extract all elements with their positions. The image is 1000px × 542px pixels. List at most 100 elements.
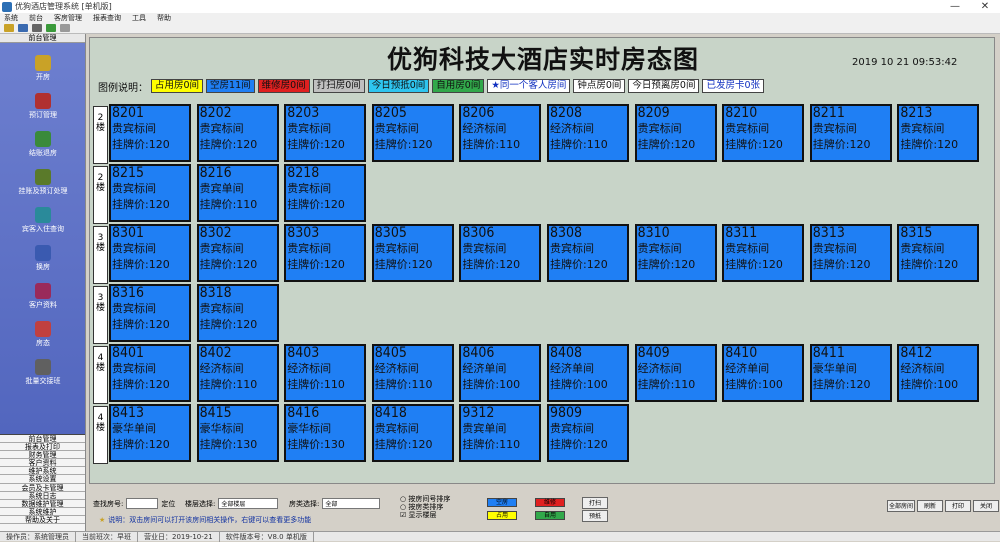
- room-card[interactable]: 8202 贵宾标间 挂牌价:120: [196, 104, 279, 162]
- room-card[interactable]: 8318 贵宾标间 挂牌价:120: [196, 284, 279, 342]
- sidebar-item[interactable]: 开房: [0, 55, 86, 81]
- show-floor-label: 显示楼层: [408, 511, 437, 519]
- sidebar-item[interactable]: 结账退房: [0, 131, 86, 157]
- floor-select[interactable]: 全部楼层: [218, 498, 279, 509]
- room-card[interactable]: 8203 贵宾标间 挂牌价:120: [284, 104, 367, 162]
- room-search-input[interactable]: [126, 498, 159, 509]
- close-button[interactable]: ✕: [970, 0, 1000, 13]
- room-card[interactable]: 8311 贵宾标间 挂牌价:120: [722, 224, 805, 282]
- room-card[interactable]: 8305 贵宾标间 挂牌价:120: [371, 224, 454, 282]
- room-card[interactable]: 8206 经济标间 挂牌价:110: [459, 104, 542, 162]
- sidebar-list-item[interactable]: 帮助及关于: [0, 515, 85, 525]
- room-card[interactable]: 8302 贵宾标间 挂牌价:120: [196, 224, 279, 282]
- room-card[interactable]: 8209 贵宾标间 挂牌价:120: [634, 104, 717, 162]
- sidebar-item[interactable]: 换房: [0, 245, 86, 271]
- room-card[interactable]: 8401 贵宾标间 挂牌价:120: [109, 344, 191, 402]
- minimize-button[interactable]: —: [940, 0, 970, 13]
- floor-label: 楼层选择:: [185, 499, 216, 508]
- room-card[interactable]: 8316 贵宾标间 挂牌价:120: [109, 284, 191, 342]
- room-card[interactable]: 8408 经济单间 挂牌价:100: [547, 344, 629, 402]
- sidebar-list-item[interactable]: 数据维护管理: [0, 499, 85, 508]
- floor-label: 3楼: [93, 286, 108, 344]
- room-number: 8318: [199, 285, 232, 301]
- sidebar-list-item[interactable]: 系统日志: [0, 491, 85, 500]
- sidebar-item[interactable]: 宾客入住查询: [0, 207, 86, 233]
- room-card[interactable]: 8409 经济标间 挂牌价:110: [634, 344, 717, 402]
- room-card[interactable]: 8201 贵宾标间 挂牌价:120: [109, 104, 191, 162]
- menu-item-rooms[interactable]: 客房管理: [54, 13, 82, 23]
- room-number: 8201: [112, 105, 145, 121]
- room-card[interactable]: 8216 贵宾单间 挂牌价:110: [196, 164, 279, 222]
- room-card[interactable]: 9312 贵宾单间 挂牌价:110: [459, 404, 542, 462]
- menu-item-tools[interactable]: 工具: [132, 13, 146, 23]
- refresh-icon[interactable]: [46, 24, 56, 32]
- room-card[interactable]: 8412 经济标间 挂牌价:100: [897, 344, 980, 402]
- menu-item-reports[interactable]: 报表查询: [93, 13, 121, 23]
- sidebar-header[interactable]: 前台管理: [0, 34, 85, 43]
- room-card[interactable]: 8306 贵宾标间 挂牌价:120: [459, 224, 542, 282]
- room-card[interactable]: 8411 豪华单间 挂牌价:120: [809, 344, 892, 402]
- filter-empty-button[interactable]: 空房: [487, 498, 517, 507]
- sort-by-room-radio[interactable]: ○ 按房间号排序: [400, 495, 450, 503]
- room-card[interactable]: 8403 经济标间 挂牌价:110: [284, 344, 367, 402]
- room-card[interactable]: 8308 贵宾标间 挂牌价:120: [547, 224, 629, 282]
- print-button[interactable]: 打印: [945, 500, 971, 512]
- room-card[interactable]: 8315 贵宾标间 挂牌价:120: [897, 224, 980, 282]
- type-select[interactable]: 全部: [322, 498, 381, 509]
- room-number: 8418: [374, 405, 407, 421]
- all-rooms-button[interactable]: 全部房间: [887, 500, 915, 512]
- clean-button[interactable]: 打扫: [582, 497, 608, 509]
- room-card[interactable]: 8310 贵宾标间 挂牌价:120: [634, 224, 717, 282]
- sidebar-item[interactable]: 批量交接班: [0, 359, 86, 385]
- room-card[interactable]: 8410 经济单间 挂牌价:100: [722, 344, 805, 402]
- room-card[interactable]: 8211 贵宾标间 挂牌价:120: [809, 104, 892, 162]
- sort-by-type-radio[interactable]: ○ 按房类排序: [400, 503, 443, 511]
- sidebar-list-item[interactable]: 前台管理: [0, 435, 85, 444]
- arrival-button[interactable]: 预抵: [582, 510, 608, 522]
- room-card[interactable]: 8301 贵宾标间 挂牌价:120: [109, 224, 191, 282]
- filter-occupied-button[interactable]: 占用: [487, 511, 517, 520]
- room-price: 挂牌价:120: [900, 258, 959, 271]
- room-card[interactable]: 8313 贵宾标间 挂牌价:120: [809, 224, 892, 282]
- sidebar-list-item[interactable]: 报表及打印: [0, 443, 85, 452]
- room-card[interactable]: 8215 贵宾标间 挂牌价:120: [109, 164, 191, 222]
- room-card[interactable]: 8415 豪华标间 挂牌价:130: [196, 404, 279, 462]
- sidebar-list-item[interactable]: 系统维护: [0, 507, 85, 516]
- refresh-button[interactable]: 刷新: [917, 500, 943, 512]
- find-icon[interactable]: [18, 24, 28, 32]
- room-card[interactable]: 8208 经济标间 挂牌价:110: [547, 104, 629, 162]
- open-icon[interactable]: [4, 24, 14, 32]
- sidebar-item[interactable]: 房态: [0, 321, 86, 347]
- sidebar-list-item[interactable]: 会员及卡管理: [0, 483, 85, 492]
- room-number: 8302: [199, 225, 232, 241]
- help-icon[interactable]: [60, 24, 70, 32]
- room-card[interactable]: 8416 豪华标间 挂牌价:130: [284, 404, 367, 462]
- menu-item-frontdesk[interactable]: 前台: [29, 13, 43, 23]
- room-card[interactable]: 9809 贵宾标间 挂牌价:120: [547, 404, 629, 462]
- show-floor-checkbox[interactable]: ☑ 显示楼层: [400, 511, 437, 519]
- menu-item-help[interactable]: 帮助: [157, 13, 171, 23]
- room-number: 8208: [550, 105, 583, 121]
- room-card[interactable]: 8418 贵宾标间 挂牌价:120: [371, 404, 454, 462]
- close-panel-button[interactable]: 关闭: [973, 500, 999, 512]
- sidebar-item[interactable]: 客户资料: [0, 283, 86, 309]
- sidebar-list-item[interactable]: 系统设置: [0, 475, 85, 484]
- room-card[interactable]: 8405 经济标间 挂牌价:110: [371, 344, 454, 402]
- filter-self-use-button[interactable]: 自用: [535, 511, 565, 520]
- room-card[interactable]: 8210 贵宾标间 挂牌价:120: [722, 104, 805, 162]
- room-price: 挂牌价:120: [374, 138, 433, 151]
- room-card[interactable]: 8406 经济单间 挂牌价:100: [459, 344, 542, 402]
- room-card[interactable]: 8413 豪华单间 挂牌价:120: [109, 404, 191, 462]
- menu-item-system[interactable]: 系统: [4, 13, 18, 23]
- room-card[interactable]: 8303 贵宾标间 挂牌价:120: [284, 224, 367, 282]
- filter-repair-button[interactable]: 维修: [535, 498, 565, 507]
- room-card[interactable]: 8213 贵宾标间 挂牌价:120: [897, 104, 980, 162]
- search-icon: [35, 207, 51, 223]
- room-search-button[interactable]: 定位: [161, 499, 175, 509]
- sidebar-item[interactable]: 挂账及预订处理: [0, 169, 86, 195]
- sidebar-item[interactable]: 预订管理: [0, 93, 86, 119]
- room-card[interactable]: 8205 贵宾标间 挂牌价:120: [371, 104, 454, 162]
- print-icon[interactable]: [32, 24, 42, 32]
- room-card[interactable]: 8218 贵宾标间 挂牌价:120: [284, 164, 367, 222]
- room-card[interactable]: 8402 经济标间 挂牌价:110: [196, 344, 279, 402]
